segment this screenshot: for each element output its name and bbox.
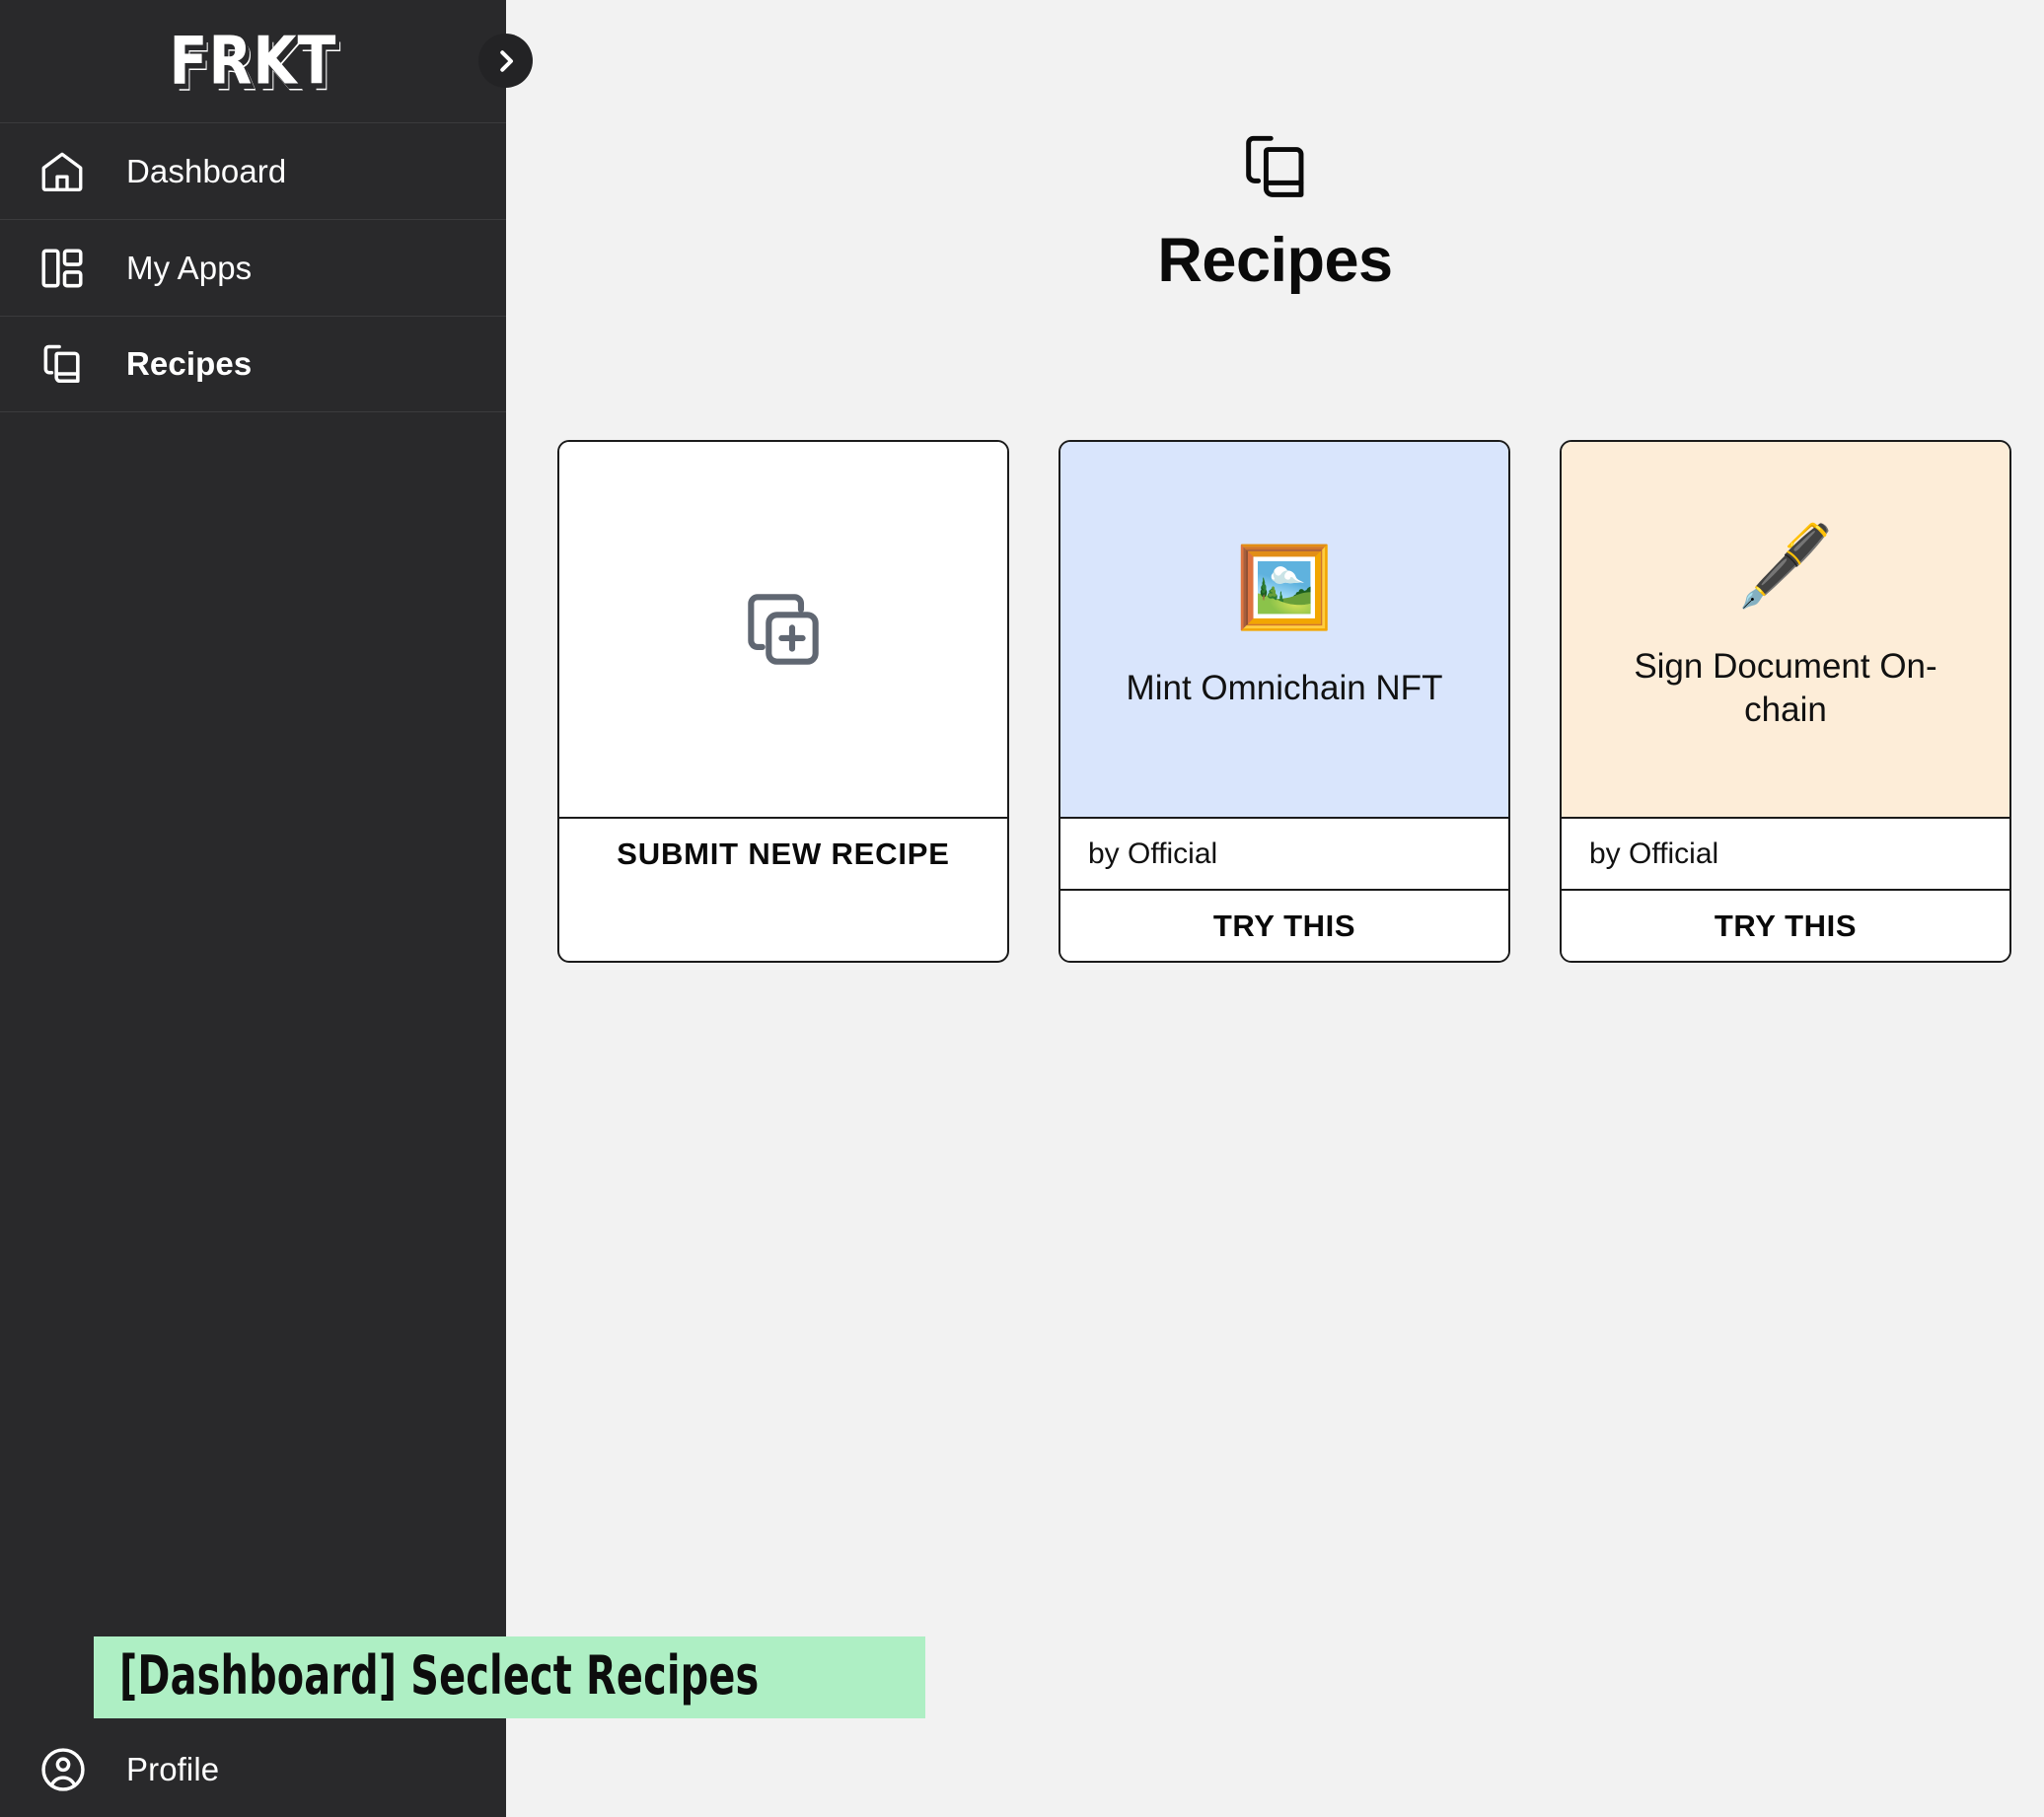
card-body: 🖼️ Mint Omnichain NFT — [1060, 442, 1508, 817]
recipe-card-grid: SUBMIT NEW RECIPE 🖼️ Mint Omnichain NFT … — [557, 440, 2011, 963]
brand-header: FRKT — [0, 0, 533, 122]
try-this-button[interactable]: TRY THIS — [1562, 889, 2009, 961]
brand-logo: FRKT — [169, 22, 337, 100]
fountain-pen-emoji: 🖋️ — [1736, 520, 1835, 613]
recipe-card-title: Sign Document On-chain — [1634, 647, 1937, 729]
annotation-text: [Dashboard] Seclect Recipes — [119, 1644, 760, 1707]
home-icon — [37, 147, 95, 196]
sidebar-item-label: My Apps — [126, 249, 253, 286]
recipe-card-author: by Official — [1562, 817, 2009, 889]
try-this-button[interactable]: TRY THIS — [1060, 889, 1508, 961]
sidebar-item-label: Dashboard — [126, 152, 287, 189]
card-body — [559, 442, 1007, 817]
sidebar-item-label: Recipes — [126, 345, 253, 382]
submit-new-recipe-button[interactable]: SUBMIT NEW RECIPE — [559, 817, 1007, 889]
sidebar-item-my-apps[interactable]: My Apps — [0, 219, 506, 316]
books-icon — [1235, 126, 1316, 207]
page-header: Recipes — [506, 126, 2044, 295]
recipe-card-submit-new[interactable]: SUBMIT NEW RECIPE — [557, 440, 1009, 963]
sidebar-item-dashboard[interactable]: Dashboard — [0, 122, 506, 219]
sidebar-item-profile[interactable]: Profile — [0, 1722, 506, 1817]
user-circle-icon — [37, 1744, 95, 1795]
recipe-card-sign-document-onchain[interactable]: 🖋️ Sign Document On-chain by Official TR… — [1560, 440, 2011, 963]
chevron-right-icon — [491, 46, 521, 76]
framed-picture-emoji: 🖼️ — [1235, 542, 1334, 634]
recipe-card-mint-omnichain-nft[interactable]: 🖼️ Mint Omnichain NFT by Official TRY TH… — [1058, 440, 1510, 963]
main-content: Recipes SUBMIT NEW RECIPE 🖼️ Mint Omnich… — [506, 0, 2044, 1817]
sidebar-item-label: Profile — [126, 1751, 220, 1787]
card-body: 🖋️ Sign Document On-chain — [1562, 442, 2009, 817]
page-title: Recipes — [1157, 226, 1393, 295]
sidebar-item-recipes[interactable]: Recipes — [0, 316, 506, 412]
copy-plus-icon — [735, 581, 832, 678]
recipe-card-author: by Official — [1060, 817, 1508, 889]
recipe-card-title: Mint Omnichain NFT — [1126, 669, 1443, 708]
sidebar: FRKT Dashboard My Apps Recipes Profile — [0, 0, 533, 1817]
books-icon — [37, 339, 95, 389]
sidebar-collapse-toggle-button[interactable] — [478, 34, 533, 88]
layout-dashboard-icon — [37, 244, 95, 293]
sidebar-nav: Dashboard My Apps Recipes — [0, 122, 506, 412]
annotation-overlay: [Dashboard] Seclect Recipes — [94, 1636, 925, 1718]
